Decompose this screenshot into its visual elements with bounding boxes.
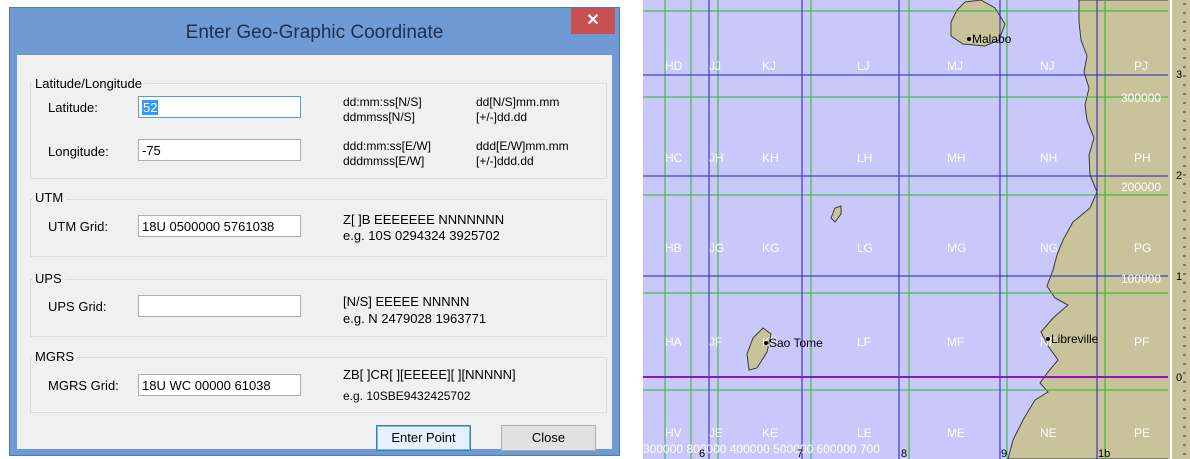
- ups-grid-label: UPS Grid:: [48, 299, 107, 314]
- zone-label: HB: [665, 241, 682, 255]
- northing-label: 300000: [1121, 91, 1161, 105]
- city-label-malabo: Malabo: [972, 32, 1012, 46]
- longitude-label: Longitude:: [48, 144, 109, 159]
- zone-label: KH: [762, 151, 779, 165]
- dialog-client-area: Latitude/Longitude Latitude: 52 dd:mm:ss…: [17, 55, 612, 451]
- zone-label: PJ: [1134, 59, 1148, 73]
- easting-labels: 300000 800000 400000 500000 600000 700: [643, 442, 880, 456]
- utm-group-label: UTM: [32, 190, 67, 205]
- utm-group: [30, 199, 607, 257]
- zone-label: NH: [1040, 151, 1057, 165]
- ruler-digit: 1: [1176, 271, 1182, 283]
- dialog-titlebar[interactable]: Enter Geo-Graphic Coordinate ✕: [10, 8, 619, 54]
- zone-label: MJ: [947, 59, 963, 73]
- close-icon[interactable]: ✕: [571, 8, 615, 34]
- ruler-digit: 0: [1176, 372, 1182, 384]
- zone-label: LH: [857, 151, 872, 165]
- zone-label: MG: [947, 241, 966, 255]
- city-libreville[interactable]: Libreville: [1046, 332, 1099, 346]
- latitude-format-hint-1: dd:mm:ss[N/S] ddmmss[N/S]: [343, 95, 422, 124]
- longitude-format-hint-2: ddd[E/W]mm.mm [+/-]ddd.dd: [476, 139, 569, 168]
- zone-label: NG: [1040, 241, 1058, 255]
- zone-label: LE: [857, 426, 872, 440]
- easting-digit: 6: [699, 448, 705, 459]
- mgrs-grid-label: MGRS Grid:: [48, 378, 119, 393]
- zone-label: JJ: [709, 59, 721, 73]
- zone-label: JH: [709, 151, 724, 165]
- dialog-title: Enter Geo-Graphic Coordinate: [185, 22, 444, 43]
- city-label-libreville: Libreville: [1051, 332, 1099, 346]
- zone-label: PE: [1134, 426, 1150, 440]
- zone-label: PH: [1134, 151, 1151, 165]
- zone-label: JF: [709, 335, 722, 349]
- easting-digit: 8: [901, 448, 907, 459]
- utm-grid-label: UTM Grid:: [48, 219, 108, 234]
- zone-label: LF: [857, 335, 871, 349]
- easting-digit: 9: [1001, 448, 1007, 459]
- zone-label: JE: [709, 426, 723, 440]
- mgrs-example-hint: e.g. 10SBE9432425702: [343, 389, 471, 403]
- zone-label: MF: [947, 335, 964, 349]
- map-canvas[interactable]: HD JJ KJ LJ MJ NJ PJ HC JH KH LH MH NH P…: [643, 0, 1190, 459]
- zone-label: KG: [762, 241, 779, 255]
- mgrs-format-hint: ZB[ ]CR[ ][EEEEE][ ][NNNNN]: [343, 367, 516, 382]
- city-marker-icon: [1046, 337, 1050, 341]
- latitude-format-hint-2: dd[N/S]mm.mm [+/-]dd.dd: [476, 95, 560, 124]
- zone-label: MH: [947, 151, 966, 165]
- city-marker-icon: [764, 341, 768, 345]
- zone-label: NJ: [1040, 59, 1055, 73]
- easting-digit: 7: [797, 448, 803, 459]
- latitude-label: Latitude:: [48, 100, 98, 115]
- northing-label: 200000: [1121, 180, 1161, 194]
- ups-group: [30, 279, 607, 337]
- city-marker-icon: [967, 37, 971, 41]
- northing-label: 100000: [1121, 272, 1161, 286]
- zone-label: NE: [1040, 426, 1057, 440]
- zone-label: LG: [857, 241, 873, 255]
- enter-point-button[interactable]: Enter Point: [376, 425, 471, 451]
- zone-label: HV: [665, 426, 682, 440]
- zone-label: ME: [947, 426, 965, 440]
- zone-label: LJ: [857, 59, 870, 73]
- ruler-digit: 3: [1176, 69, 1182, 81]
- longitude-input[interactable]: -75: [138, 139, 301, 161]
- ups-group-label: UPS: [32, 271, 65, 286]
- coordinate-dialog: Enter Geo-Graphic Coordinate ✕ Latitude/…: [9, 7, 620, 456]
- zone-label: PF: [1134, 335, 1149, 349]
- zone-label: JG: [709, 241, 724, 255]
- close-button[interactable]: Close: [501, 425, 596, 451]
- latitude-value: 52: [142, 100, 159, 115]
- mgrs-grid-input[interactable]: 18U WC 00000 61038: [138, 374, 301, 396]
- city-sao-tome[interactable]: Sao Tome: [764, 336, 823, 350]
- utm-format-hint: Z[ ]B EEEEEEE NNNNNNN e.g. 10S 0294324 3…: [343, 212, 505, 243]
- utm-grid-input[interactable]: 18U 0500000 5761038: [138, 215, 301, 237]
- zone-label: HA: [665, 335, 682, 349]
- city-malabo[interactable]: Malabo: [967, 32, 1012, 46]
- mgrs-group-label: MGRS: [32, 349, 77, 364]
- principe-island: [830, 205, 842, 223]
- latitude-input[interactable]: 52: [138, 96, 301, 118]
- zone-label: HC: [665, 151, 683, 165]
- city-label-sao-tome: Sao Tome: [769, 336, 823, 350]
- longitude-format-hint-1: ddd:mm:ss[E/W] dddmmss[E/W]: [343, 139, 432, 168]
- zone-label: KE: [762, 426, 778, 440]
- ups-grid-input[interactable]: [138, 295, 301, 317]
- easting-digit: 1b: [1098, 448, 1110, 459]
- zone-label: HD: [665, 59, 683, 73]
- zone-label: PG: [1134, 241, 1151, 255]
- ruler-digit: 2: [1176, 170, 1182, 182]
- ups-format-hint: [N/S] EEEEE NNNNN e.g. N 2479028 1963771: [343, 294, 487, 326]
- map-view[interactable]: HD JJ KJ LJ MJ NJ PJ HC JH KH LH MH NH P…: [643, 0, 1190, 459]
- zone-label: KJ: [762, 59, 776, 73]
- latlon-group-label: Latitude/Longitude: [32, 76, 145, 91]
